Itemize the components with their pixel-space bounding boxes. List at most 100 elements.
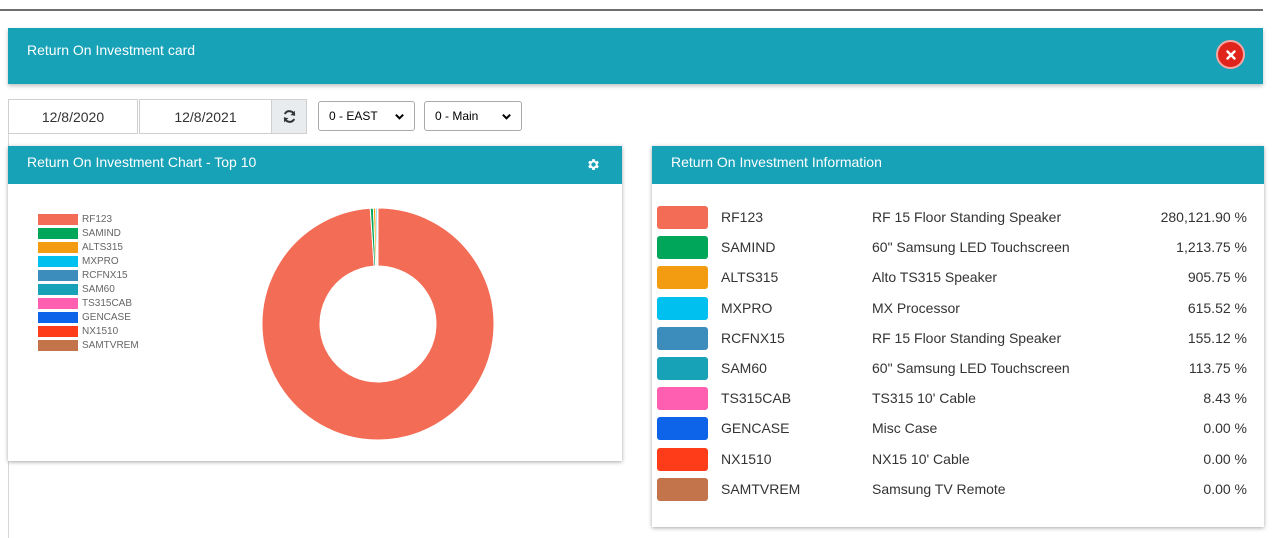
refresh-button[interactable] — [271, 99, 307, 134]
legend-swatch — [38, 241, 78, 253]
list-item: TS315CAB TS315 10' Cable 8.43 % — [657, 385, 1247, 415]
item-roi: 0.00 % — [1203, 450, 1247, 467]
legend-label: TS315CAB — [82, 298, 133, 310]
list-item: ALTS315 Alto TS315 Speaker 905.75 % — [657, 264, 1247, 294]
legend-swatch — [38, 298, 78, 310]
info-card-header: Return On Investment Information — [652, 146, 1264, 184]
color-swatch — [657, 417, 708, 441]
item-roi: 0.00 % — [1203, 420, 1247, 437]
legend-label: RCFNX15 — [82, 269, 128, 281]
region-value: 0 - EAST — [329, 109, 378, 123]
color-swatch — [657, 477, 708, 501]
item-code: RCFNX15 — [721, 329, 785, 346]
legend-swatch — [38, 255, 78, 267]
legend-item[interactable]: MXPRO — [38, 254, 139, 268]
color-swatch — [657, 326, 708, 350]
item-description: 60" Samsung LED Touchscreen — [872, 360, 1070, 376]
item-description: Alto TS315 Speaker — [872, 269, 998, 286]
list-item: SAMIND 60" Samsung LED Touchscreen 1,213.7… — [657, 234, 1247, 264]
legend-item[interactable]: SAMTVREM — [38, 339, 139, 353]
item-code: SAM60 — [721, 360, 767, 376]
item-roi: 8.43 % — [1203, 390, 1247, 407]
location-value: 0 - Main — [435, 109, 479, 123]
list-item: GENCASE Misc Case 0.00 % — [657, 415, 1247, 445]
close-button[interactable] — [1216, 40, 1245, 69]
color-swatch — [657, 447, 708, 471]
item-code: SAMIND — [721, 239, 776, 256]
item-roi: 615.52 % — [1187, 299, 1247, 316]
list-item: NX1510 NX15 10' Cable 0.00 % — [657, 446, 1247, 476]
location-select[interactable]: 0 - Main — [424, 101, 522, 131]
legend-label: ALTS315 — [82, 241, 123, 253]
item-code: ALTS315 — [721, 269, 779, 286]
legend-swatch — [38, 269, 78, 281]
end-date-value: 12/8/2021 — [174, 108, 237, 125]
item-roi: 155.12 % — [1187, 329, 1247, 346]
item-code: SAMTVREM — [721, 480, 801, 497]
legend-label: MXPRO — [82, 255, 119, 267]
region-select[interactable]: 0 - EAST — [318, 101, 415, 131]
item-description: MX Processor — [872, 299, 960, 316]
chart-card-title: Return On Investment Chart - Top 10 — [27, 154, 257, 170]
legend-label: SAMIND — [82, 227, 121, 239]
item-code: TS315CAB — [721, 390, 792, 407]
card-header: Return On Investment card — [8, 28, 1263, 84]
item-code: MXPRO — [721, 299, 773, 316]
legend-item[interactable]: SAM60 — [38, 282, 139, 296]
chevron-down-icon — [395, 113, 404, 120]
chart-legend: RF123 SAMIND ALTS315 MXPRO RCFNX15 SAM60 TS315… — [38, 212, 139, 353]
item-code: GENCASE — [721, 420, 790, 437]
color-swatch — [657, 357, 708, 380]
item-roi: 280,121.90 % — [1160, 209, 1247, 225]
item-description: Samsung TV Remote — [872, 480, 1006, 497]
legend-label: NX1510 — [82, 326, 119, 338]
list-item: RF123 RF 15 Floor Standing Speaker 280,121… — [657, 204, 1247, 234]
legend-item[interactable]: RCFNX15 — [38, 268, 139, 282]
list-item: SAM60 60" Samsung LED Touchscreen 113.75 % — [657, 355, 1247, 385]
legend-swatch — [38, 227, 78, 239]
info-card-title: Return On Investment Information — [671, 154, 882, 170]
color-swatch — [657, 206, 708, 229]
roi-info-card: Return On Investment Information RF123 RF… — [652, 146, 1264, 527]
start-date-input[interactable]: 12/8/2020 — [8, 99, 138, 134]
legend-swatch — [38, 213, 78, 225]
item-roi: 1,213.75 % — [1176, 239, 1247, 256]
end-date-input[interactable]: 12/8/2021 — [139, 99, 272, 134]
color-swatch — [657, 296, 708, 320]
legend-item[interactable]: TS315CAB — [38, 297, 139, 311]
close-icon — [1225, 49, 1236, 60]
roi-chart-card: Return On Investment Chart - Top 10 RF12… — [8, 146, 622, 461]
list-item: RCFNX15 RF 15 Floor Standing Speaker 155.1… — [657, 325, 1247, 355]
legend-label: SAMTVREM — [82, 340, 139, 352]
roi-donut-chart — [262, 208, 494, 440]
legend-swatch — [38, 340, 78, 352]
item-roi: 905.75 % — [1187, 269, 1247, 286]
legend-label: GENCASE — [82, 312, 131, 324]
item-roi: 113.75 % — [1188, 360, 1247, 376]
item-description: RF 15 Floor Standing Speaker — [872, 329, 1062, 346]
list-item: SAMTVREM Samsung TV Remote 0.00 % — [657, 476, 1247, 506]
legend-item[interactable]: SAMIND — [38, 226, 139, 240]
item-description: NX15 10' Cable — [872, 450, 970, 467]
legend-swatch — [38, 326, 78, 338]
color-swatch — [657, 266, 708, 290]
chart-card-header: Return On Investment Chart - Top 10 — [8, 146, 622, 184]
item-code: RF123 — [721, 209, 764, 225]
item-description: RF 15 Floor Standing Speaker — [872, 209, 1062, 225]
item-description: 60" Samsung LED Touchscreen — [872, 239, 1070, 256]
item-code: NX1510 — [721, 450, 772, 467]
legend-swatch — [38, 284, 78, 296]
item-roi: 0.00 % — [1203, 480, 1247, 497]
legend-item[interactable]: GENCASE — [38, 311, 139, 325]
legend-item[interactable]: NX1510 — [38, 325, 139, 339]
top-divider — [0, 9, 1263, 11]
gear-icon[interactable] — [586, 157, 601, 172]
legend-item[interactable]: RF123 — [38, 212, 139, 226]
chevron-down-icon — [502, 113, 511, 120]
list-item: MXPRO MX Processor 615.52 % — [657, 295, 1247, 325]
legend-item[interactable]: ALTS315 — [38, 240, 139, 254]
item-description: TS315 10' Cable — [872, 390, 976, 407]
start-date-value: 12/8/2020 — [41, 108, 105, 125]
refresh-icon — [283, 110, 295, 123]
legend-label: RF123 — [82, 213, 113, 225]
